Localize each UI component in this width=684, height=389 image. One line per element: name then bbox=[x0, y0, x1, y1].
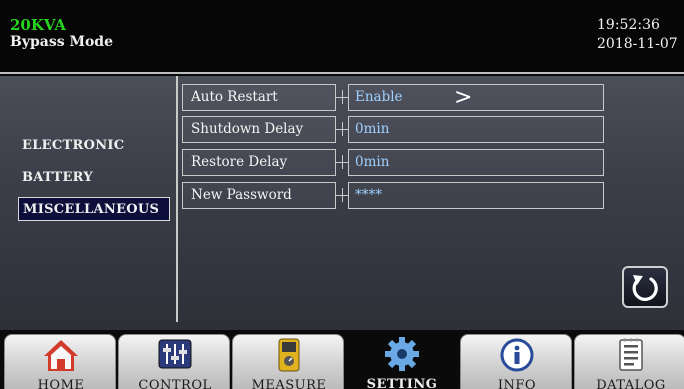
model-label: 20KVA bbox=[10, 16, 67, 34]
tab-home-label: HOME bbox=[37, 378, 85, 389]
tab-control-label: CONTROL bbox=[138, 378, 212, 389]
menu-item-miscellaneous[interactable]: MISCELLANEOUS bbox=[18, 197, 170, 221]
tab-home[interactable]: HOME bbox=[4, 334, 116, 389]
status-header: 20KVA Bypass Mode 19:52:36 2018-11-07 bbox=[0, 0, 684, 74]
back-button[interactable] bbox=[622, 266, 668, 308]
ups-screen: 20KVA Bypass Mode 19:52:36 2018-11-07 EL… bbox=[0, 0, 684, 389]
mode-label: Bypass Mode bbox=[10, 34, 113, 50]
tab-info-label: INFO bbox=[497, 378, 537, 389]
connector-line bbox=[336, 129, 348, 130]
tab-datalog-label: DATALOG bbox=[596, 378, 666, 389]
log-icon bbox=[619, 338, 643, 371]
chevron-right-icon[interactable]: > bbox=[454, 85, 472, 110]
menu-item-battery[interactable]: BATTERY bbox=[18, 166, 170, 190]
setting-row-restore-delay: Restore Delay 0min bbox=[182, 149, 612, 178]
bottom-nav: HOME CONTROL MEASURE SETTING INFO DATALO… bbox=[0, 330, 684, 389]
setting-label: Shutdown Delay bbox=[182, 116, 336, 143]
tab-control[interactable]: CONTROL bbox=[118, 334, 230, 389]
setting-label: Auto Restart bbox=[182, 84, 336, 111]
settings-panel: ELECTRONIC BATTERY MISCELLANEOUS Auto Re… bbox=[0, 76, 684, 330]
setting-label: New Password bbox=[182, 182, 336, 209]
refresh-back-icon bbox=[632, 275, 658, 301]
meter-icon bbox=[278, 338, 300, 372]
restore-delay-value[interactable]: 0min bbox=[348, 149, 604, 176]
tab-measure[interactable]: MEASURE bbox=[232, 334, 344, 389]
connector-line bbox=[336, 162, 348, 163]
setting-row-new-password: New Password **** bbox=[182, 182, 612, 211]
info-icon bbox=[500, 338, 534, 372]
sliders-icon bbox=[158, 339, 192, 369]
tab-measure-label: MEASURE bbox=[251, 378, 327, 389]
gear-icon bbox=[385, 337, 419, 371]
clock-time: 19:52:36 bbox=[597, 17, 660, 33]
tab-setting[interactable]: SETTING bbox=[346, 334, 458, 389]
settings-category-menu: ELECTRONIC BATTERY MISCELLANEOUS bbox=[0, 76, 176, 330]
shutdown-delay-value[interactable]: 0min bbox=[348, 116, 604, 143]
setting-value: Enable bbox=[355, 89, 403, 105]
setting-row-shutdown-delay: Shutdown Delay 0min bbox=[182, 116, 612, 145]
tab-setting-label: SETTING bbox=[366, 377, 438, 389]
setting-label: Restore Delay bbox=[182, 149, 336, 176]
setting-row-auto-restart: Auto Restart Enable > bbox=[182, 84, 612, 113]
menu-item-electronic[interactable]: ELECTRONIC bbox=[18, 134, 170, 158]
clock-date: 2018-11-07 bbox=[597, 36, 678, 52]
tab-datalog[interactable]: DATALOG bbox=[574, 334, 684, 389]
connector-line bbox=[336, 195, 348, 196]
connector-line bbox=[336, 97, 348, 98]
auto-restart-value[interactable]: Enable > bbox=[348, 84, 604, 111]
panel-divider bbox=[176, 76, 178, 322]
tab-info[interactable]: INFO bbox=[460, 334, 572, 389]
home-icon bbox=[44, 340, 78, 371]
new-password-value[interactable]: **** bbox=[348, 182, 604, 209]
